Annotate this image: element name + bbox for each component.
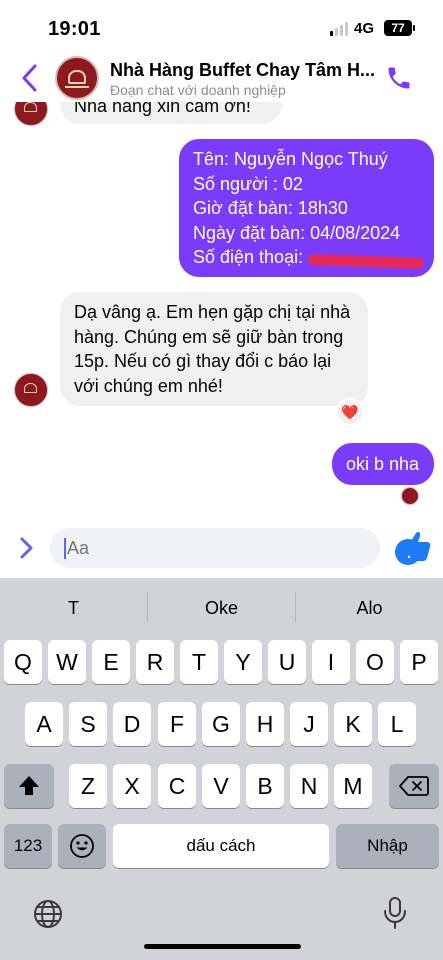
suggestion-3[interactable]: Alo (296, 594, 443, 622)
key-w[interactable]: W (48, 640, 86, 684)
key-m[interactable]: M (334, 764, 372, 808)
message-list[interactable]: Nhà hàng xin cảm ơn! Tên: Nguyễn Ngọc Th… (0, 102, 443, 522)
key-x[interactable]: X (113, 764, 151, 808)
message-line: Tên: Nguyễn Ngọc Thuý (193, 149, 388, 169)
chevron-left-icon (22, 64, 37, 92)
backspace-key[interactable] (389, 764, 439, 808)
read-receipt-avatar (401, 487, 419, 505)
message-line: Dạ vâng ạ. Em hẹn gặp chị tại nhà (74, 302, 351, 322)
heart-reaction-icon[interactable]: ❤️ (336, 398, 364, 426)
status-bar: 19:01 4G 77 (0, 0, 443, 56)
message-bubble-outgoing[interactable]: oki b nha (332, 443, 434, 485)
key-f[interactable]: F (158, 702, 196, 746)
dictation-button[interactable] (382, 896, 408, 930)
return-key[interactable]: Nhập (336, 824, 439, 868)
suggestion-2[interactable]: Oke (148, 594, 295, 622)
key-s[interactable]: S (69, 702, 107, 746)
message-bubble-incoming[interactable]: Dạ vâng ạ. Em hẹn gặp chị tại nhà hàng. … (60, 292, 368, 406)
status-time: 19:01 (48, 18, 101, 40)
key-d[interactable]: D (113, 702, 151, 746)
numbers-key[interactable]: 123 (4, 824, 52, 868)
chat-header: Nhà Hàng Buffet Chay Tâm H... Đoạn chat … (0, 56, 443, 102)
emoji-key[interactable] (58, 824, 106, 868)
key-r[interactable]: R (136, 640, 174, 684)
keyboard: T Oke Alo Q W E R T Y U I O P A S D F G … (0, 578, 443, 960)
key-y[interactable]: Y (224, 640, 262, 684)
emoji-icon (70, 834, 94, 858)
call-icon (388, 67, 410, 89)
message-line: Giờ đặt bàn: 18h30 (193, 198, 348, 218)
key-c[interactable]: C (158, 764, 196, 808)
battery-cap (413, 25, 415, 31)
key-b[interactable]: B (246, 764, 284, 808)
key-z[interactable]: Z (69, 764, 107, 808)
signal-icon (330, 22, 350, 36)
key-h[interactable]: H (246, 702, 284, 746)
globe-icon (34, 900, 62, 928)
message-bubble-incoming[interactable]: Nhà hàng xin cảm ơn! (60, 102, 282, 124)
key-j[interactable]: J (290, 702, 328, 746)
key-u[interactable]: U (268, 640, 306, 684)
key-n[interactable]: N (290, 764, 328, 808)
suggestion-1[interactable]: T (0, 594, 147, 622)
microphone-icon (384, 897, 406, 929)
backspace-icon (399, 776, 429, 796)
message-line: với chúng em nhé! (74, 375, 223, 396)
key-k[interactable]: K (334, 702, 372, 746)
message-line: hàng. Chúng em sẽ giữ bàn trong (74, 326, 344, 347)
key-i[interactable]: I (312, 640, 350, 684)
lotus-logo-icon (68, 70, 86, 84)
sender-avatar (14, 102, 48, 126)
message-input[interactable] (67, 538, 327, 559)
shift-key[interactable] (4, 764, 54, 808)
key-p[interactable]: P (400, 640, 438, 684)
like-icon (400, 532, 431, 561)
chevron-right-icon (20, 537, 33, 559)
composer (0, 522, 443, 578)
key-o[interactable]: O (356, 640, 394, 684)
message-line: Ngày đặt bàn: 04/08/2024 (193, 222, 401, 243)
key-e[interactable]: E (92, 640, 130, 684)
key-a[interactable]: A (25, 702, 63, 746)
key-v[interactable]: V (202, 764, 240, 808)
expand-actions-button[interactable] (14, 534, 38, 562)
chat-subtitle: Đoạn chat với doanh nghiệp (110, 82, 286, 98)
like-button[interactable] (398, 528, 432, 564)
chat-title[interactable]: Nhà Hàng Buffet Chay Tâm H... (110, 60, 375, 81)
key-g[interactable]: G (202, 702, 240, 746)
call-button[interactable] (385, 64, 413, 92)
shift-icon (19, 776, 39, 795)
globe-button[interactable] (32, 898, 64, 930)
key-q[interactable]: Q (4, 640, 42, 684)
message-line: 15p. Nếu có gì thay đổi c báo lại (74, 351, 332, 371)
text-cursor (64, 538, 66, 559)
sender-avatar (14, 373, 48, 407)
message-input-box[interactable] (50, 528, 421, 568)
space-key[interactable]: dấu cách (113, 824, 329, 868)
home-indicator[interactable] (144, 944, 301, 949)
network-type: 4G (354, 20, 375, 37)
back-button[interactable] (16, 60, 44, 96)
battery-icon: 77 (384, 20, 412, 36)
key-l[interactable]: L (378, 702, 416, 746)
key-t[interactable]: T (180, 640, 218, 684)
message-line: Số người : 02 (193, 173, 303, 194)
business-avatar[interactable] (55, 56, 99, 100)
